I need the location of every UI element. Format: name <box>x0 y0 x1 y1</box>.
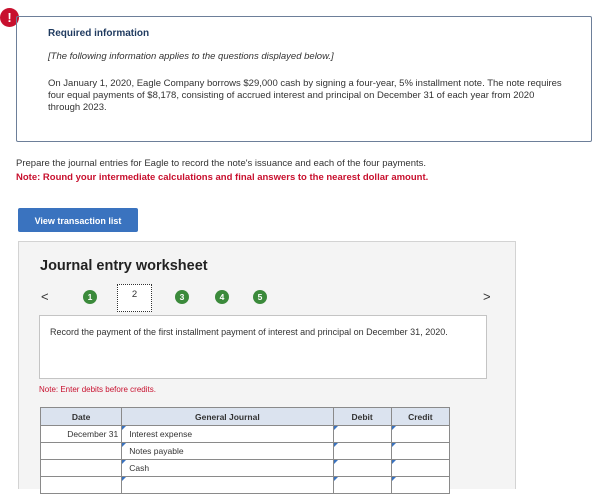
credit-input[interactable] <box>390 476 451 494</box>
account-cell[interactable] <box>121 476 334 494</box>
date-cell: December 31 <box>39 425 123 443</box>
step-5-button[interactable]: 5 <box>253 290 267 304</box>
instruction-text: Record the payment of the first installm… <box>50 327 448 337</box>
required-information-box: Required information [The following info… <box>16 16 592 142</box>
required-information-subtitle: [The following information applies to th… <box>48 51 334 62</box>
required-information-body: On January 1, 2020, Eagle Company borrow… <box>48 78 562 113</box>
journal-table: Date General Journal Debit Credit Decemb… <box>39 407 451 494</box>
account-name: Notes payable <box>129 446 184 456</box>
debit-header: Debit <box>332 407 392 426</box>
input-marker-icon <box>391 460 396 464</box>
debit-input[interactable] <box>332 476 392 494</box>
table-row: December 31 Interest expense <box>39 425 451 443</box>
credit-header: Credit <box>390 407 451 426</box>
credit-input[interactable] <box>390 425 451 443</box>
credit-input[interactable] <box>390 459 451 477</box>
date-header: Date <box>39 407 123 426</box>
step-3-button[interactable]: 3 <box>175 290 189 304</box>
account-cell[interactable]: Interest expense <box>121 425 334 443</box>
debit-input[interactable] <box>332 442 392 460</box>
required-information-title: Required information <box>48 28 150 39</box>
general-journal-header: General Journal <box>121 407 334 426</box>
date-cell <box>39 476 123 494</box>
table-row <box>39 476 451 494</box>
input-marker-icon <box>391 443 396 447</box>
input-marker-icon <box>333 426 338 430</box>
table-row: Notes payable <box>39 442 451 460</box>
instruction-box: Record the payment of the first installm… <box>39 315 487 379</box>
prepare-instruction: Prepare the journal entries for Eagle to… <box>16 158 427 169</box>
step-4-button[interactable]: 4 <box>215 290 229 304</box>
table-row: Cash <box>39 459 451 477</box>
input-marker-icon <box>391 426 396 430</box>
step-1-button[interactable]: 1 <box>83 290 97 304</box>
worksheet-title: Journal entry worksheet <box>40 258 208 274</box>
rounding-note: Note: Round your intermediate calculatio… <box>16 172 429 183</box>
account-name: Interest expense <box>129 429 193 439</box>
input-marker-icon <box>333 477 338 481</box>
journal-entry-worksheet-panel: Journal entry worksheet < 1 2 3 4 5 > Re… <box>18 241 516 494</box>
date-cell <box>39 459 123 477</box>
next-arrow-icon[interactable]: > <box>483 289 491 304</box>
step-2-current[interactable]: 2 <box>117 284 152 312</box>
dropdown-marker-icon <box>122 426 127 430</box>
account-name: Cash <box>129 463 150 473</box>
debit-input[interactable] <box>332 425 392 443</box>
debit-input[interactable] <box>332 459 392 477</box>
prev-arrow-icon[interactable]: < <box>41 289 49 304</box>
account-cell[interactable]: Cash <box>121 459 334 477</box>
account-cell[interactable]: Notes payable <box>121 442 334 460</box>
input-marker-icon <box>333 460 338 464</box>
dropdown-marker-icon <box>122 477 127 481</box>
dropdown-marker-icon <box>122 460 127 464</box>
view-transaction-list-button[interactable]: View transaction list <box>18 208 138 232</box>
credit-input[interactable] <box>390 442 451 460</box>
date-cell <box>39 442 123 460</box>
input-marker-icon <box>333 443 338 447</box>
input-marker-icon <box>391 477 396 481</box>
dropdown-marker-icon <box>122 443 127 447</box>
debit-note: Note: Enter debits before credits. <box>39 385 156 394</box>
